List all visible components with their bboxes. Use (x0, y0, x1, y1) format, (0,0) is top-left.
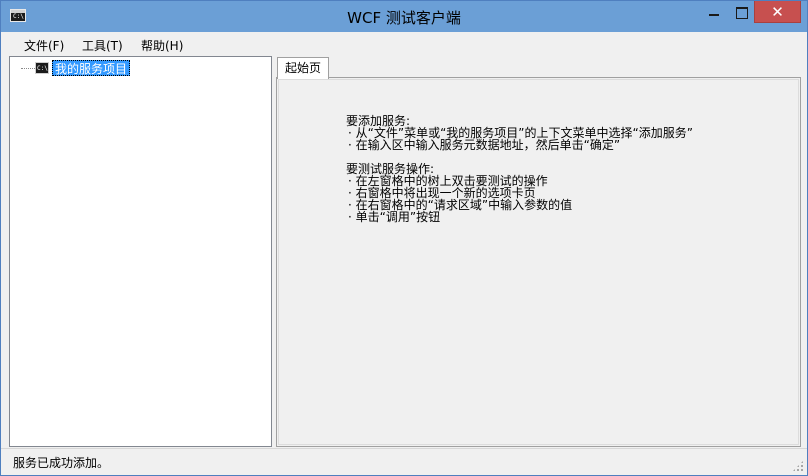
menu-file[interactable]: 文件(F) (24, 37, 64, 54)
test-service-instructions: 要测试服务操作: · 在左窗格中的树上双击要测试的操作 · 右窗格中将出现一个新… (346, 163, 693, 223)
start-page-panel: 要添加服务: · 从“文件”菜单或“我的服务项目”的上下文菜单中选择“添加服务”… (276, 77, 801, 447)
main-window: C:\ WCF 测试客户端 ✕ 文件(F) 工具(T) 帮助(H) C:\ 我的… (0, 0, 808, 476)
menu-help[interactable]: 帮助(H) (141, 37, 183, 54)
resize-grip-icon[interactable] (792, 460, 804, 472)
tab-start-page[interactable]: 起始页 (277, 57, 329, 79)
node-icon-label: C:\ (37, 65, 48, 72)
status-bar: 服务已成功添加。 (1, 448, 807, 475)
instructions: 要添加服务: · 从“文件”菜单或“我的服务项目”的上下文菜单中选择“添加服务”… (346, 115, 693, 223)
title-bar[interactable]: C:\ WCF 测试客户端 ✕ (1, 1, 807, 32)
add-step-2: · 在输入区中输入服务元数据地址，然后单击“确定” (348, 138, 621, 152)
console-service-icon: C:\ (35, 62, 49, 74)
maximize-icon[interactable] (728, 1, 754, 23)
minimize-icon[interactable] (700, 1, 728, 23)
tree-connector-line (21, 68, 35, 69)
close-icon: ✕ (771, 3, 784, 21)
tab-strip: 起始页 (276, 56, 801, 79)
start-page-content: 要添加服务: · 从“文件”菜单或“我的服务项目”的上下文菜单中选择“添加服务”… (278, 79, 799, 445)
tree-node-label[interactable]: 我的服务项目 (52, 60, 131, 76)
add-service-instructions: 要添加服务: · 从“文件”菜单或“我的服务项目”的上下文菜单中选择“添加服务”… (346, 115, 693, 151)
menu-tools[interactable]: 工具(T) (82, 37, 123, 54)
status-text: 服务已成功添加。 (13, 456, 110, 470)
window-title: WCF 测试客户端 (347, 9, 461, 27)
close-button[interactable]: ✕ (754, 1, 801, 23)
menu-bar: 文件(F) 工具(T) 帮助(H) (1, 32, 807, 56)
service-tree[interactable]: C:\ 我的服务项目 (9, 56, 272, 447)
test-step-4: · 单击“调用”按钮 (348, 210, 441, 224)
